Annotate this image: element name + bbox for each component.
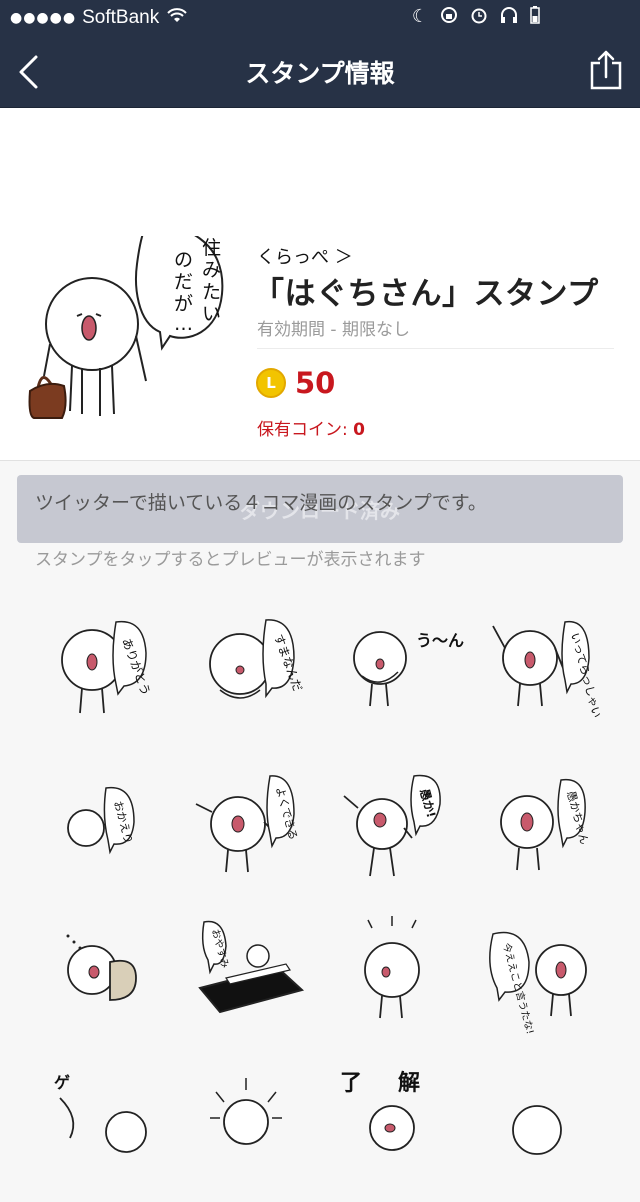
- sticker-item[interactable]: 愚か!: [340, 758, 470, 898]
- sticker-bubble: 了解: [340, 1070, 456, 1096]
- headphones-icon: [500, 6, 518, 29]
- svg-text:み: み: [202, 259, 221, 281]
- sticker-description: ツイッターで描いている４コマ漫画のスタンプです。: [35, 492, 487, 514]
- line-coin-icon: L: [256, 368, 286, 398]
- sticker-bubble: ゲ: [54, 1073, 70, 1092]
- preview-hint: スタンプをタップするとプレビューが表示されます: [35, 550, 426, 570]
- owned-coins-value: 0: [353, 420, 365, 440]
- sticker-item[interactable]: すまなんだ: [190, 598, 320, 738]
- moon-icon: ☾: [411, 6, 428, 27]
- svg-text:だ: だ: [174, 271, 193, 293]
- sticker-item[interactable]: よくできる: [190, 758, 320, 898]
- sticker-item[interactable]: いってらっしゃい: [485, 598, 615, 738]
- divider: [257, 348, 614, 349]
- wifi-icon: [167, 8, 187, 28]
- share-button[interactable]: [588, 50, 624, 90]
- svg-text:の: の: [174, 249, 193, 271]
- owned-coins: 保有コイン: 0: [257, 415, 365, 440]
- carrier-name: SoftBank: [82, 7, 160, 28]
- svg-text:が: が: [174, 293, 193, 315]
- svg-text:…: …: [174, 313, 193, 335]
- sticker-item[interactable]: ゲ: [40, 1058, 170, 1198]
- navigation-bar: スタンプ情報: [0, 36, 640, 108]
- hero-bubble-line1: 住: [202, 237, 221, 259]
- author-link[interactable]: くらっぺ ＞: [257, 243, 353, 269]
- sticker-item[interactable]: 了解: [340, 1058, 470, 1198]
- sticker-item[interactable]: おやすみ: [190, 908, 320, 1048]
- price: 50: [295, 366, 336, 400]
- alarm-icon: [470, 6, 488, 29]
- sticker-item[interactable]: う〜ん: [340, 598, 470, 738]
- signal-strength-icon: ●●●●●: [10, 10, 77, 26]
- owned-coins-label: 保有コイン:: [257, 420, 354, 440]
- share-icon: [590, 50, 622, 90]
- sticker-info-card: 住 み た い の だ が … くらっぺ ＞ 「はぐちさん」スタンプ 有効期間 …: [0, 108, 640, 543]
- svg-text:た: た: [202, 281, 221, 303]
- sticker-main-image[interactable]: 住 み た い の だ が …: [22, 224, 232, 436]
- sticker-item[interactable]: [190, 1058, 320, 1198]
- battery-icon: [530, 6, 540, 29]
- svg-text:い: い: [202, 303, 221, 325]
- sticker-item[interactable]: 今ええこと言うたな!: [485, 908, 615, 1048]
- sticker-bubble: う〜ん: [416, 631, 464, 650]
- sticker-item[interactable]: おかえり: [40, 758, 170, 898]
- page-title: スタンプ情報: [245, 58, 395, 88]
- sticker-item[interactable]: [485, 1058, 615, 1198]
- sticker-item[interactable]: [340, 908, 470, 1048]
- validity-period: 有効期間 - 期限なし: [257, 320, 410, 340]
- back-button[interactable]: [14, 54, 48, 90]
- sticker-title: 「はぐちさん」スタンプ: [253, 276, 599, 312]
- sticker-item[interactable]: 愚かちゃん: [485, 758, 615, 898]
- rotation-lock-icon: [440, 6, 458, 29]
- chevron-left-icon: [19, 55, 38, 89]
- sticker-item[interactable]: [40, 908, 170, 1048]
- status-bar: ●●●●● SoftBank ☾: [0, 0, 640, 36]
- sticker-item[interactable]: ありがとう: [40, 598, 170, 738]
